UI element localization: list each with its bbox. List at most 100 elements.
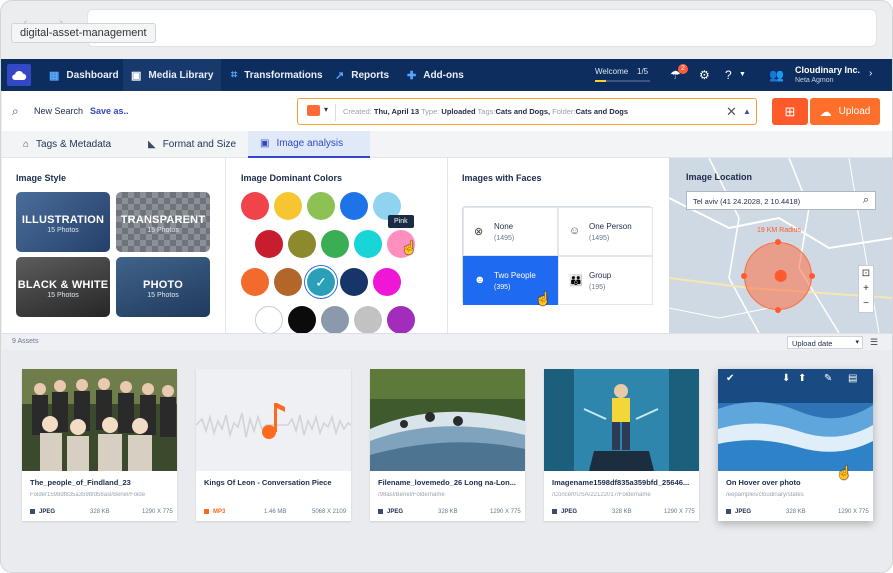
asset-card[interactable]: Imagename1598df835a359bfd_25646... /Conc… — [544, 369, 699, 521]
image-icon: ▣ — [131, 69, 142, 82]
thumb-up-icon[interactable]: ⬆ — [798, 373, 806, 384]
chevron-down-icon[interactable]: ▾ — [324, 105, 328, 114]
help-icon[interactable]: ? — [725, 68, 732, 82]
thumb-down-icon[interactable]: ⬇ — [782, 373, 790, 384]
location-input[interactable]: Tel aviv (41 24.2028, 2 10.4418) ⌕ — [686, 191, 876, 210]
chevron-up-icon[interactable]: ▲ — [743, 107, 751, 116]
color-swatch[interactable] — [274, 268, 302, 296]
color-swatch[interactable] — [241, 192, 269, 220]
asset-card-hover[interactable]: ✔ ⬇ ⬆ ✎ ▤ On Hover over photo /eepamples… — [718, 369, 873, 521]
clear-icon[interactable]: ✕ — [726, 104, 737, 120]
fit-bounds-icon[interactable]: ⊡ — [859, 266, 873, 281]
asset-thumbnail: ✔ ⬇ ⬆ ✎ ▤ — [718, 369, 873, 471]
account-menu[interactable]: Cloudinary Inc. Neta Agmon — [795, 65, 860, 84]
face-option-none[interactable]: ⊗ None (1495) — [463, 207, 558, 256]
grid-icon: ▦ — [49, 69, 60, 82]
asset-thumbnail — [544, 369, 699, 471]
asset-card[interactable]: The_people_of_Findland_23 Folder1598df83… — [22, 369, 177, 521]
user-group-icon: 👥 — [769, 68, 784, 82]
list-view-icon[interactable]: ☰ — [870, 337, 878, 348]
dominant-colors-title: Image Dominant Colors — [241, 173, 343, 183]
style-tile-black-white[interactable]: BLACK & WHITE 15 Photos — [16, 257, 110, 317]
color-swatch[interactable] — [307, 192, 335, 220]
color-swatch[interactable] — [288, 230, 316, 258]
color-swatch[interactable] — [321, 230, 349, 258]
notification-badge: 2 — [678, 64, 688, 74]
tab-image-analysis[interactable]: ▣ Image analysis — [248, 131, 370, 158]
nav-add-ons[interactable]: ✚ Add-ons — [399, 59, 472, 91]
query-text: Created: Thu, April 13 Type: Uploaded Ta… — [343, 107, 629, 116]
add-asset-button[interactable]: ⊞ — [772, 98, 808, 125]
cloudinary-logo[interactable] — [7, 64, 31, 86]
upload-icon: ☁ — [819, 104, 832, 119]
style-tile-illustration[interactable]: ILLUSTRATION 15 Photos — [16, 192, 110, 252]
style-tile-transparent[interactable]: TRANSPARENT 15 Photos — [116, 192, 210, 252]
app-window: ‹ › digital-asset-management ▦ Dashboard … — [0, 0, 893, 573]
account-user: Neta Agmon — [795, 77, 834, 84]
image-file-icon — [378, 509, 383, 514]
no-face-icon: ⊗ — [474, 226, 484, 238]
asset-path: /eepamples/cloudinary/states — [726, 492, 804, 498]
search-icon[interactable]: ⌕ — [12, 104, 19, 119]
image-location-title: Image Location — [686, 172, 753, 182]
color-swatch[interactable] — [274, 192, 302, 220]
asset-name: Imagename1598df835a359bfd_25646... — [552, 478, 690, 487]
color-swatch[interactable] — [255, 306, 283, 334]
chevron-down-icon[interactable]: ▼ — [739, 71, 746, 78]
face-option-group[interactable]: 👪 Group (195) — [558, 256, 653, 305]
wrench-icon[interactable]: ✎ — [824, 373, 832, 384]
color-swatch[interactable] — [255, 230, 283, 258]
color-swatch[interactable] — [387, 306, 415, 334]
color-swatch[interactable] — [354, 230, 382, 258]
select-check-icon[interactable]: ✔ — [726, 373, 734, 384]
gear-icon[interactable]: ⚙ — [699, 68, 710, 82]
search-query-field[interactable]: ▾ Created: Thu, April 13 Type: Uploaded … — [297, 98, 757, 125]
image-file-icon — [726, 509, 731, 514]
asset-path: /Concert/USA/22122017/Foldername — [552, 492, 651, 498]
zoom-out-button[interactable]: − — [859, 296, 873, 311]
color-swatch[interactable] — [321, 306, 349, 334]
asset-card[interactable]: Filename_lovemedo_26 Long na-Lon... /98a… — [370, 369, 525, 521]
tab-tags-metadata[interactable]: ⌂ Tags & Metadata — [11, 131, 123, 158]
save-as-link[interactable]: Save as.. — [90, 106, 129, 116]
color-swatch[interactable] — [288, 306, 316, 334]
radius-label: 19 KM Radius — [757, 227, 801, 234]
asset-grid: The_people_of_Findland_23 Folder1598df83… — [2, 350, 892, 572]
waterslide-photo — [370, 369, 525, 471]
address-bar[interactable] — [87, 9, 877, 47]
radius-handle[interactable] — [775, 239, 781, 245]
nav-reports[interactable]: ↗ Reports — [327, 59, 397, 91]
image-analysis-panel: Image Style ILLUSTRATION 15 Photos TRANS… — [2, 158, 892, 334]
audio-file-icon — [204, 509, 209, 514]
radius-handle[interactable] — [741, 273, 747, 279]
color-swatch[interactable] — [373, 268, 401, 296]
style-tile-photo[interactable]: PHOTO 15 Photos — [116, 257, 210, 317]
color-swatch[interactable]: ✓ — [307, 268, 335, 296]
face-option-one-person[interactable]: ☺ One Person (1495) — [558, 207, 653, 256]
two-faces-icon: ☻ — [474, 274, 486, 286]
color-swatch[interactable] — [241, 268, 269, 296]
ruler-icon: ◣ — [148, 139, 156, 150]
puzzle-icon: ✚ — [407, 69, 417, 82]
radius-handle[interactable] — [809, 273, 815, 279]
zoom-in-button[interactable]: + — [859, 281, 873, 296]
search-icon[interactable]: ⌕ — [863, 194, 869, 207]
chevron-right-icon[interactable]: › — [869, 68, 872, 79]
nav-transformations[interactable]: ⌗ Transformations — [223, 59, 331, 91]
transform-icon: ⌗ — [231, 68, 238, 81]
nav-media-library[interactable]: ▣ Media Library — [123, 59, 222, 91]
color-swatch[interactable] — [340, 192, 368, 220]
color-swatch[interactable] — [340, 268, 368, 296]
nav-dashboard[interactable]: ▦ Dashboard — [41, 59, 127, 91]
tab-format-size[interactable]: ◣ Format and Size — [136, 131, 248, 158]
preview-icon[interactable]: ▤ — [848, 373, 857, 384]
new-search-link[interactable]: New Search — [34, 106, 83, 116]
sort-select[interactable]: Upload date ▾ — [787, 336, 863, 349]
asset-card[interactable]: Kings Of Leon - Conversation Piece MP3 1… — [196, 369, 351, 521]
welcome-label[interactable]: Welcome — [595, 67, 628, 76]
radius-handle[interactable] — [775, 307, 781, 313]
assets-bar: 9 Assets Upload date ▾ ☰ — [2, 333, 892, 350]
folder-icon[interactable] — [307, 105, 320, 116]
upload-button[interactable]: ☁ Upload — [810, 98, 880, 125]
color-swatch[interactable] — [354, 306, 382, 334]
